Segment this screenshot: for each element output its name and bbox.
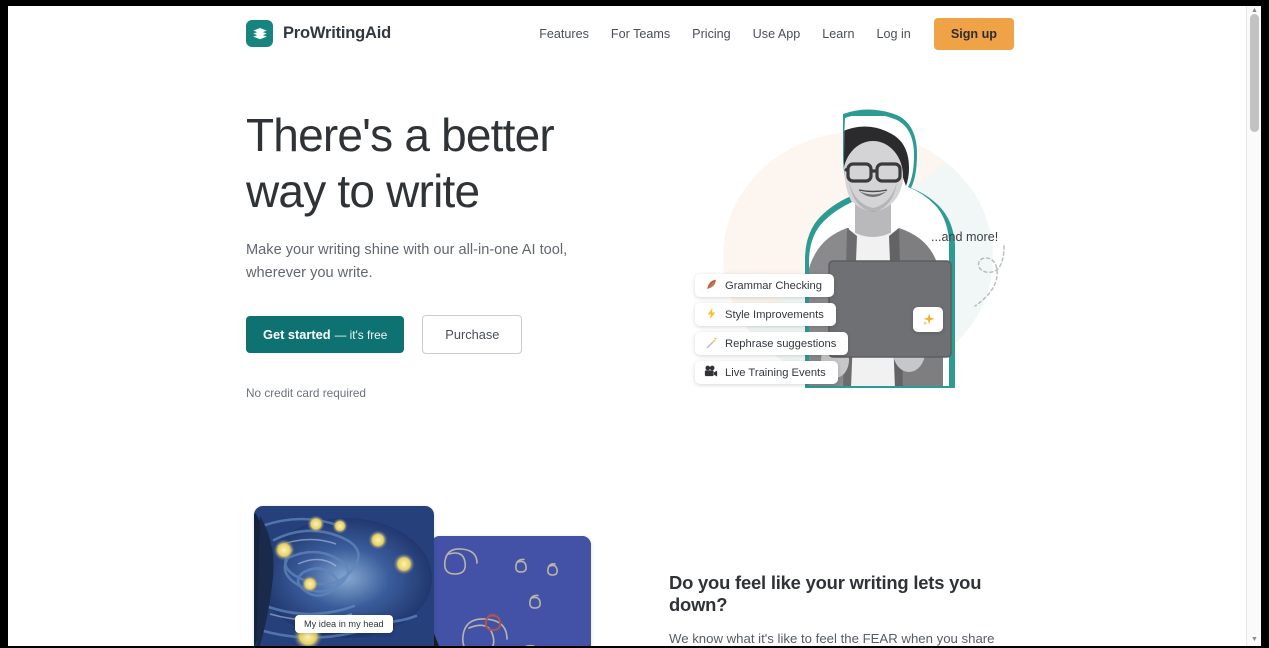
feature-card-list: Grammar Checking Style Improvements Reph… — [695, 274, 849, 384]
magic-wand-icon — [704, 336, 718, 351]
hero-section: There's a better way to write Make your … — [8, 62, 1246, 482]
hero-subtitle: Make your writing shine with our all-in-… — [246, 242, 568, 281]
and-more-label: ...and more! — [931, 230, 999, 244]
nav-link-use-app[interactable]: Use App — [742, 21, 812, 47]
no-credit-card-note: No credit card required — [246, 386, 366, 400]
feature-card-rephrase-suggestions[interactable]: Rephrase suggestions — [695, 332, 849, 355]
section2-title: Do you feel like your writing lets you d… — [669, 572, 982, 615]
scrollbar-thumb[interactable] — [1250, 14, 1259, 132]
page-viewport: ProWritingAid Features For Teams Pricing… — [8, 6, 1261, 646]
hero-cta-group: Get started — it's free Purchase — [246, 315, 596, 354]
hero-title-line-2: way to write — [246, 165, 480, 217]
nav-link-log-in[interactable]: Log in — [866, 21, 922, 47]
feature-card-label: Rephrase suggestions — [725, 337, 837, 350]
get-started-button[interactable]: Get started — it's free — [246, 316, 405, 353]
main-navigation: Features For Teams Pricing Use App Learn… — [528, 18, 1014, 50]
hero-copy: There's a better way to write Make your … — [246, 107, 596, 400]
writing-lets-you-down-section: My idea in my head Do you feel like your… — [8, 482, 1246, 646]
get-started-label: Get started — [263, 327, 331, 342]
browser-window: ProWritingAid Features For Teams Pricing… — [0, 0, 1269, 648]
dotted-curved-arrow-icon — [974, 245, 1005, 307]
purchase-button[interactable]: Purchase — [422, 315, 523, 354]
nav-link-features[interactable]: Features — [528, 21, 600, 47]
section2-body: We know what it's like to feel the FEAR … — [669, 631, 995, 646]
vertical-scrollbar[interactable]: ▲ ▼ — [1246, 6, 1261, 646]
section2-copy: Do you feel like your writing lets you d… — [669, 572, 1019, 646]
movie-camera-icon — [704, 365, 718, 380]
lightning-bolt-icon — [704, 307, 718, 322]
feature-card-label: Live Training Events — [725, 366, 826, 379]
feature-card-label: Style Improvements — [725, 308, 824, 321]
feature-card-live-training-events[interactable]: Live Training Events — [695, 361, 838, 384]
page-content: ProWritingAid Features For Teams Pricing… — [8, 6, 1246, 646]
book-pages-icon — [246, 20, 273, 47]
sign-up-button[interactable]: Sign up — [933, 18, 1014, 50]
hero-title: There's a better way to write — [246, 107, 596, 219]
feature-card-grammar-checking[interactable]: Grammar Checking — [695, 274, 834, 297]
hero-title-line-1: There's a better — [246, 109, 555, 161]
nav-link-pricing[interactable]: Pricing — [681, 21, 742, 47]
starry-night-illustration: My idea in my head — [246, 496, 596, 646]
nav-link-for-teams[interactable]: For Teams — [600, 21, 681, 47]
scroll-down-arrow-icon[interactable]: ▼ — [1250, 636, 1259, 644]
hero-illustration: Grammar Checking Style Improvements Reph… — [663, 102, 1043, 432]
brand-name: ProWritingAid — [283, 24, 392, 42]
feature-card-style-improvements[interactable]: Style Improvements — [695, 303, 836, 326]
brand-logo[interactable]: ProWritingAid — [246, 20, 391, 47]
get-started-subtext: — it's free — [334, 328, 388, 342]
site-header: ProWritingAid Features For Teams Pricing… — [8, 6, 1246, 62]
sketch-card — [431, 536, 591, 646]
feature-card-label: Grammar Checking — [725, 279, 822, 292]
quill-feather-icon — [704, 278, 718, 293]
my-idea-label: My idea in my head — [295, 615, 393, 633]
nav-link-learn[interactable]: Learn — [811, 21, 865, 47]
